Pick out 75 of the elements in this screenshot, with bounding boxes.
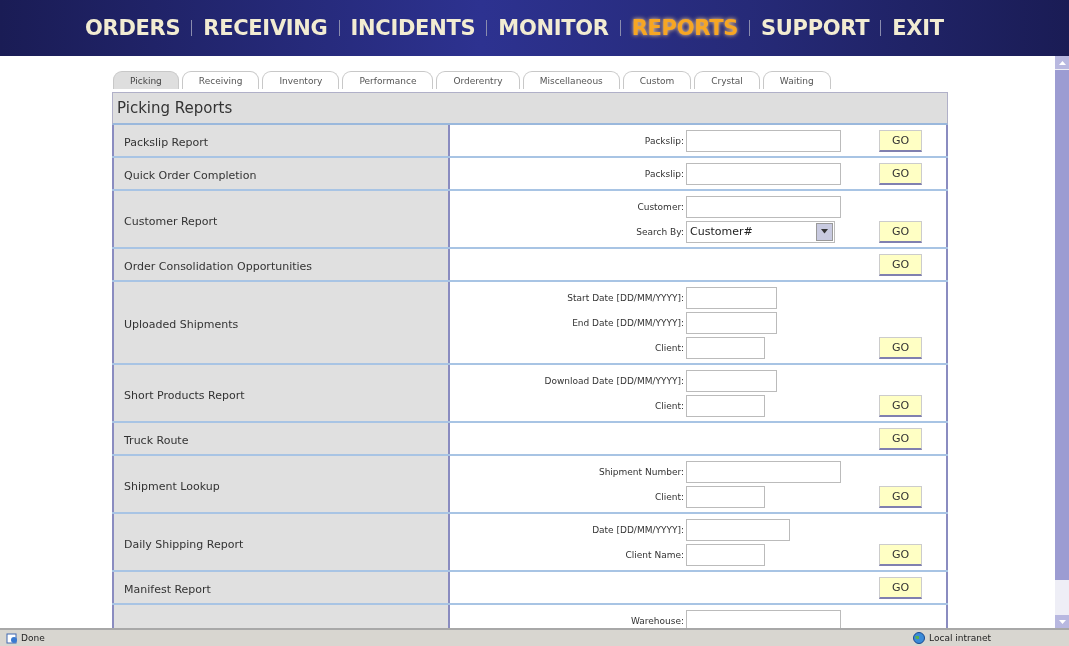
nav-link[interactable]: ORDERS — [74, 16, 192, 40]
input-field[interactable] — [686, 543, 765, 566]
input-field[interactable] — [686, 369, 777, 392]
input-field[interactable] — [686, 518, 790, 541]
status-text: Done — [21, 633, 45, 643]
report-name: Order Consolidation Opportunities — [124, 260, 313, 273]
field-label: Warehouse: — [630, 615, 684, 626]
nav-link[interactable]: EXIT — [881, 16, 955, 40]
zone-text: Local intranet — [929, 633, 991, 643]
go-button[interactable]: GO — [879, 163, 922, 185]
up-arrow-icon — [1058, 60, 1066, 65]
field-label: End Date [DD/MM/YYYY]: — [572, 317, 684, 328]
go-button[interactable]: GO — [879, 254, 922, 276]
field-label: Packslip: — [644, 135, 684, 146]
report-tab[interactable]: Performance — [342, 71, 434, 89]
field-label: Shipment Number: — [598, 466, 684, 477]
report-tab[interactable]: Crystal — [694, 71, 760, 89]
field-label: Customer: — [637, 201, 684, 212]
report-name: Daily Shipping Report — [124, 537, 244, 551]
input-field[interactable] — [686, 609, 841, 628]
report-tab[interactable]: Waiting — [762, 71, 831, 89]
field-label: Start Date [DD/MM/YYYY]: — [567, 292, 684, 303]
report-name: Packslip Report — [124, 136, 209, 149]
report-tab[interactable]: Picking — [113, 71, 179, 89]
scroll-down-button[interactable] — [1055, 615, 1069, 628]
nav-link[interactable]: SUPPORT — [750, 16, 881, 40]
input-field[interactable] — [686, 311, 777, 334]
field-label: Client: — [654, 342, 684, 353]
input-field[interactable] — [686, 394, 765, 417]
field-label: Client Name: — [625, 549, 684, 560]
field-label: Client: — [654, 400, 684, 411]
go-button[interactable]: GO — [879, 221, 922, 243]
input-field[interactable] — [686, 195, 841, 218]
report-name: Uploaded Shipments — [124, 318, 239, 331]
dropdown[interactable]: Customer# — [686, 220, 835, 243]
report-tab[interactable]: Custom — [622, 71, 692, 89]
nav-link[interactable]: MONITOR — [487, 16, 620, 40]
report-name: Manifest Report — [124, 583, 211, 596]
go-button[interactable]: GO — [879, 395, 922, 417]
field-label: Client: — [654, 491, 684, 502]
nav-link[interactable]: REPORTS — [620, 16, 749, 40]
report-tab[interactable]: Miscellaneous — [522, 71, 620, 89]
input-field[interactable] — [686, 129, 841, 152]
report-tab[interactable]: Inventory — [262, 71, 340, 89]
field-label: Search By: — [636, 226, 684, 237]
dropdown-arrow-icon — [821, 229, 828, 234]
input-field[interactable] — [686, 460, 841, 483]
input-field[interactable] — [686, 485, 765, 508]
globe-icon — [912, 632, 927, 644]
section-title: Picking Reports — [112, 92, 948, 125]
input-field[interactable] — [686, 286, 777, 309]
field-label: Date [DD/MM/YYYY]: — [592, 524, 684, 535]
report-tab[interactable]: Orderentry — [436, 71, 520, 89]
input-field[interactable] — [686, 336, 765, 359]
report-name: Truck Route — [124, 434, 189, 447]
field-label: Download Date [DD/MM/YYYY]: — [544, 375, 684, 386]
page-icon — [6, 632, 18, 644]
scroll-up-button[interactable] — [1055, 56, 1069, 69]
report-name: Short Products Report — [124, 388, 245, 402]
report-tab[interactable]: Receiving — [181, 71, 260, 89]
report-name: Quick Order Completion — [124, 169, 257, 182]
input-field[interactable] — [686, 162, 841, 185]
report-name: Shipment Lookup — [124, 479, 220, 493]
go-button[interactable]: GO — [879, 486, 922, 508]
nav-link[interactable]: RECEIVING — [192, 16, 339, 40]
nav-link[interactable]: INCIDENTS — [339, 16, 487, 40]
report-name: Customer Report — [124, 214, 218, 228]
down-arrow-icon — [1058, 619, 1066, 624]
go-button[interactable]: GO — [879, 428, 922, 450]
field-label: Packslip: — [644, 168, 684, 179]
go-button[interactable]: GO — [879, 337, 922, 359]
go-button[interactable]: GO — [879, 544, 922, 566]
go-button[interactable]: GO — [879, 130, 922, 152]
scrollbar-thumb[interactable] — [1055, 70, 1069, 580]
go-button[interactable]: GO — [879, 577, 922, 599]
